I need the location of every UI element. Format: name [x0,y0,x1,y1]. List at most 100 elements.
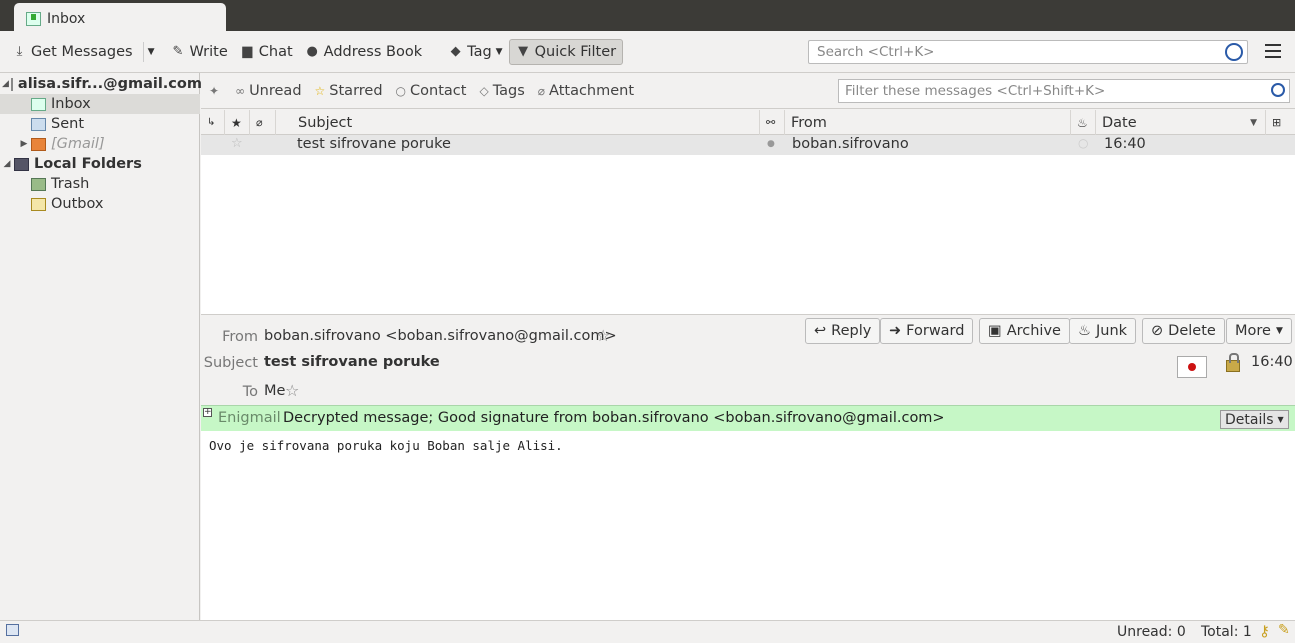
folder-label: Inbox [51,96,91,112]
delete-button[interactable]: ⊘ Delete [1142,318,1225,344]
folder-trash[interactable]: Trash [0,174,200,194]
outbox-icon [31,197,46,211]
chat-button[interactable]: ▆ Chat [234,39,299,65]
local-folders-label: Local Folders [34,156,142,172]
from-value[interactable]: boban.sifrovano <boban.sifrovano@gmail.c… [264,328,617,344]
filter-starred-label: Starred [329,82,383,99]
local-folders-node[interactable]: ◢ Local Folders [0,154,200,174]
person-icon: ● [306,44,318,59]
search-icon[interactable] [1271,83,1285,97]
address-book-button[interactable]: ● Address Book [299,39,428,65]
signed-envelope-icon[interactable] [1177,356,1207,378]
message-date: 16:40 [1104,136,1146,152]
menu-icon[interactable] [1265,44,1281,58]
chevron-down-icon: ▼ [1275,326,1283,336]
collapsed-twisty-icon[interactable]: ▶ [19,139,29,149]
folder-gmail[interactable]: ▶ [Gmail] [0,134,200,154]
pencil-icon: ✎ [172,44,184,59]
filter-attachment[interactable]: ⌀ Attachment [538,83,634,99]
chevron-down-icon: ▼ [1277,415,1284,424]
thread-pane: ☆ test sifrovane poruke ● boban.sifrovan… [201,135,1295,315]
inbox-icon [26,12,41,26]
attachment-column-icon[interactable]: ⌀ [250,110,276,135]
enigmail-label: Enigmail [218,410,281,426]
folder-inbox[interactable]: Inbox [0,94,200,114]
more-label: More [1235,323,1271,339]
expand-icon[interactable]: + [203,408,212,417]
get-messages-dropdown-icon[interactable]: ▼ [148,47,155,57]
pencil-icon[interactable]: ✎ [1278,622,1290,638]
separator [142,41,144,62]
sort-descending-icon: ▼ [1250,117,1257,128]
to-label: To [242,384,258,400]
quick-filter-button[interactable]: ▼ Quick Filter [508,38,624,65]
from-column-label: From [791,114,827,131]
thread-column-icon[interactable]: ↳ [201,110,225,135]
filter-attachment-label: Attachment [549,82,635,99]
tab-inbox[interactable]: Inbox [14,3,226,31]
folder-pane: ◢ alisa.sifr...@gmail.com Inbox Sent ▶ [… [0,73,202,620]
enigmail-status-text: Decrypted message; Good signature from b… [283,410,945,426]
get-messages-button[interactable]: ⤓ Get Messages [6,39,139,65]
folder-outbox[interactable]: Outbox [0,194,200,214]
forward-button[interactable]: ➜ Forward [880,318,974,344]
message-from: boban.sifrovano [792,136,909,152]
folder-sent[interactable]: Sent [0,114,200,134]
folder-label: [Gmail] [51,136,105,152]
column-picker-icon[interactable]: ⊞ [1266,110,1295,135]
quick-filter-label: Quick Filter [534,43,617,60]
subject-label: Subject [203,355,258,371]
details-button[interactable]: Details ▼ [1220,410,1289,429]
star-icon[interactable]: ☆ [231,136,243,151]
fire-icon: ♨ [1078,323,1091,339]
pin-icon[interactable]: ✦ [209,84,219,98]
mail-account-icon [10,77,13,91]
search-icon[interactable] [1225,43,1243,61]
trash-icon [31,177,46,191]
account-node[interactable]: ◢ alisa.sifr...@gmail.com [0,74,202,94]
computer-icon [14,157,29,171]
more-button[interactable]: More ▼ [1226,318,1292,344]
write-button[interactable]: ✎ Write [164,39,233,65]
star-icon[interactable]: ☆ [285,381,299,400]
reply-button[interactable]: ↩ Reply [805,318,881,344]
filter-contact-label: Contact [410,82,467,99]
expanded-twisty-icon[interactable]: ◢ [2,159,12,169]
inbox-icon [31,97,46,111]
star-column-icon[interactable]: ★ [225,110,250,135]
lock-icon[interactable] [1226,353,1240,372]
from-column[interactable]: From [785,110,1071,135]
to-value[interactable]: Me [264,383,285,399]
offline-status-icon[interactable] [6,624,19,636]
star-icon: ☆ [314,83,326,98]
funnel-icon: ▼ [518,44,529,59]
filter-tags[interactable]: ◇ Tags [479,83,524,99]
filter-unread[interactable]: ∞ Unread [235,83,301,99]
table-row[interactable]: ☆ test sifrovane poruke ● boban.sifrovan… [201,135,1295,155]
junk-status-icon[interactable]: ○ [1078,136,1088,150]
star-icon[interactable]: ☆ [596,326,610,345]
enigmail-status-bar: + Enigmail Decrypted message; Good signa… [201,405,1295,431]
folder-label: Trash [51,176,90,192]
account-label: alisa.sifr...@gmail.com [17,76,202,92]
filter-starred[interactable]: ☆ Starred [315,83,383,99]
junk-button[interactable]: ♨ Junk [1069,318,1137,344]
key-icon[interactable]: ⚷ [1259,622,1270,640]
chat-label: Chat [258,43,293,60]
subject-column-label: Subject [298,114,353,131]
tag-button[interactable]: ◆ Tag ▼ [442,39,508,65]
archive-label: Archive [1006,323,1061,339]
search-input[interactable]: Search <Ctrl+K> [808,40,1248,64]
date-column[interactable]: Date ▼ [1096,110,1266,135]
expanded-twisty-icon[interactable]: ◢ [2,79,9,89]
archive-button[interactable]: ▣ Archive [979,318,1070,344]
junk-column-icon[interactable]: ♨ [1071,110,1096,135]
folder-label: Outbox [51,196,104,212]
read-status-icon[interactable]: ● [767,139,775,149]
read-column-icon[interactable]: ⚯ [760,110,785,135]
folder-label: Sent [51,116,85,132]
filter-contact[interactable]: ○ Contact [396,83,467,99]
subject-column[interactable]: Subject [276,110,760,135]
filter-messages-input[interactable]: Filter these messages <Ctrl+Shift+K> [838,79,1290,103]
chat-bubble-icon: ▆ [242,44,253,59]
